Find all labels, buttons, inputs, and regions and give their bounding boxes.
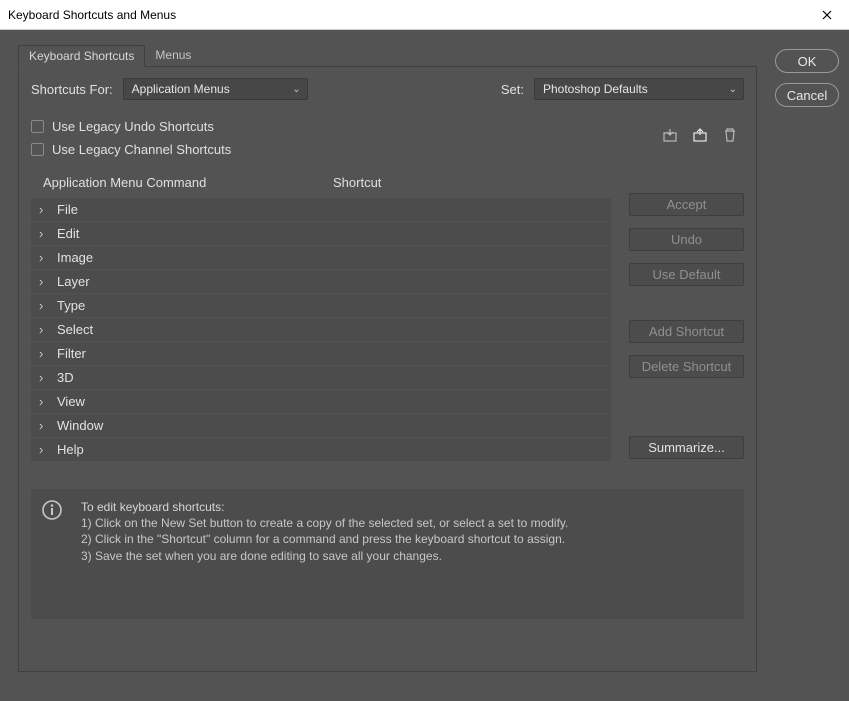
accept-button[interactable]: Accept: [629, 193, 744, 216]
row-label: Image: [57, 250, 93, 265]
legacy-undo-checkbox[interactable]: [31, 120, 44, 133]
window-title: Keyboard Shortcuts and Menus: [0, 8, 804, 22]
table-row[interactable]: › Select: [31, 318, 611, 341]
table-row[interactable]: › Layer: [31, 270, 611, 293]
summarize-button[interactable]: Summarize...: [629, 436, 744, 459]
chevron-right-icon: ›: [39, 274, 49, 289]
dialog-sidebar: OK Cancel: [775, 45, 839, 691]
chevron-right-icon: ›: [39, 370, 49, 385]
add-shortcut-button[interactable]: Add Shortcut: [629, 320, 744, 343]
table-row[interactable]: › Edit: [31, 222, 611, 245]
row-label: Type: [57, 298, 85, 313]
table-row[interactable]: › 3D: [31, 366, 611, 389]
shortcuts-for-label: Shortcuts For:: [31, 82, 113, 97]
table-header: Application Menu Command Shortcut: [31, 165, 611, 198]
col-command: Application Menu Command: [43, 175, 333, 190]
info-line-2: 2) Click in the "Shortcut" column for a …: [81, 531, 568, 547]
ok-button[interactable]: OK: [775, 49, 839, 73]
row-label: Window: [57, 418, 103, 433]
new-set-icon[interactable]: [692, 127, 708, 147]
chevron-right-icon: ›: [39, 442, 49, 457]
info-text: To edit keyboard shortcuts: 1) Click on …: [81, 499, 568, 609]
row-label: Select: [57, 322, 93, 337]
table-row[interactable]: › File: [31, 198, 611, 221]
chevron-right-icon: ›: [39, 202, 49, 217]
row-label: Layer: [57, 274, 90, 289]
row-label: Edit: [57, 226, 79, 241]
panel: Shortcuts For: Application Menus ⌄ Set: …: [18, 67, 757, 672]
legacy-channel-row[interactable]: Use Legacy Channel Shortcuts: [31, 142, 662, 157]
row-label: 3D: [57, 370, 74, 385]
chevron-down-icon: ⌄: [729, 84, 737, 95]
legacy-channel-checkbox[interactable]: [31, 143, 44, 156]
info-heading: To edit keyboard shortcuts:: [81, 499, 568, 515]
tab-keyboard-shortcuts[interactable]: Keyboard Shortcuts: [18, 45, 145, 67]
table-row[interactable]: › Help: [31, 438, 611, 461]
row-shortcuts-for: Shortcuts For: Application Menus ⌄ Set: …: [31, 77, 744, 101]
delete-set-icon[interactable]: [722, 127, 738, 147]
table-row[interactable]: › Filter: [31, 342, 611, 365]
info-box: To edit keyboard shortcuts: 1) Click on …: [31, 489, 744, 619]
info-line-3: 3) Save the set when you are done editin…: [81, 548, 568, 564]
set-value: Photoshop Defaults: [543, 82, 648, 96]
chevron-right-icon: ›: [39, 394, 49, 409]
chevron-right-icon: ›: [39, 418, 49, 433]
chevron-right-icon: ›: [39, 322, 49, 337]
legacy-channel-label: Use Legacy Channel Shortcuts: [52, 142, 231, 157]
delete-shortcut-button[interactable]: Delete Shortcut: [629, 355, 744, 378]
table-row[interactable]: › View: [31, 390, 611, 413]
tab-menus[interactable]: Menus: [145, 45, 201, 66]
table-row[interactable]: › Type: [31, 294, 611, 317]
legacy-undo-label: Use Legacy Undo Shortcuts: [52, 119, 214, 134]
shortcuts-for-select[interactable]: Application Menus ⌄: [123, 78, 308, 100]
row-label: View: [57, 394, 85, 409]
table-row[interactable]: › Image: [31, 246, 611, 269]
set-icon-row: [662, 127, 742, 147]
close-icon: [822, 10, 832, 20]
shortcut-table-area: Application Menu Command Shortcut ›File …: [31, 165, 611, 471]
titlebar: Keyboard Shortcuts and Menus: [0, 0, 849, 30]
col-shortcut: Shortcut: [333, 175, 611, 190]
actions-column: Accept Undo Use Default Add Shortcut Del…: [629, 165, 744, 471]
menu-table: ›File ›Edit ›Image ›Layer ›Type ›Select …: [31, 198, 611, 461]
chevron-right-icon: ›: [39, 226, 49, 241]
row-label: Help: [57, 442, 84, 457]
undo-button[interactable]: Undo: [629, 228, 744, 251]
row-label: Filter: [57, 346, 86, 361]
save-set-icon[interactable]: [662, 127, 678, 147]
chevron-down-icon: ⌄: [292, 84, 300, 95]
legacy-undo-row[interactable]: Use Legacy Undo Shortcuts: [31, 119, 662, 134]
chevron-right-icon: ›: [39, 346, 49, 361]
info-icon: [41, 499, 67, 609]
chevron-right-icon: ›: [39, 298, 49, 313]
close-button[interactable]: [804, 0, 849, 30]
shortcuts-for-value: Application Menus: [132, 82, 230, 96]
set-select[interactable]: Photoshop Defaults ⌄: [534, 78, 744, 100]
tab-strip: Keyboard Shortcuts Menus: [18, 45, 757, 67]
cancel-button[interactable]: Cancel: [775, 83, 839, 107]
table-row[interactable]: › Window: [31, 414, 611, 437]
chevron-right-icon: ›: [39, 250, 49, 265]
row-label: File: [57, 202, 78, 217]
set-label: Set:: [501, 82, 524, 97]
info-line-1: 1) Click on the New Set button to create…: [81, 515, 568, 531]
use-default-button[interactable]: Use Default: [629, 263, 744, 286]
